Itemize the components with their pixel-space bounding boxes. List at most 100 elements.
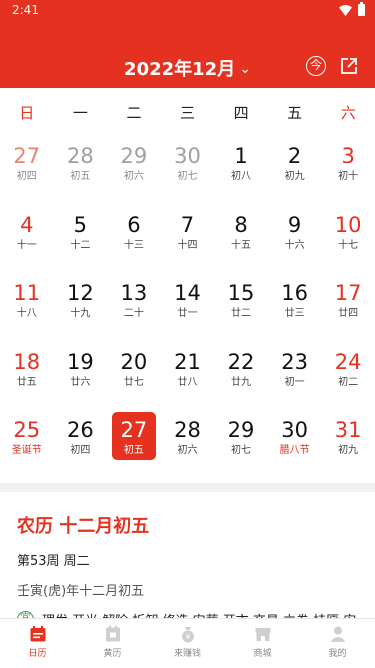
calendar-day[interactable]: 22 廿九 xyxy=(214,346,268,415)
day-number: 15 xyxy=(227,281,255,305)
calendar-day[interactable]: 18 廿五 xyxy=(0,346,54,415)
lunar-day-label: 十二 xyxy=(70,239,91,251)
calendar-day[interactable]: 3 初十 xyxy=(321,140,375,209)
store-icon xyxy=(255,628,270,641)
calendar-day[interactable]: 27 初四 xyxy=(0,140,54,209)
calendar-day[interactable]: 30 腊八节 xyxy=(268,414,322,483)
weekday-fri: 五 xyxy=(287,104,303,122)
tab-almanac[interactable]: 黄历 xyxy=(75,619,150,668)
calendar-week-row: 11 十八 12 十九 13 二十 14 廿一 15 廿二 16 廿三 17 廿四 xyxy=(0,277,375,346)
yi-activities: 理发 开光 解除 拆卸 修造 安葬 开市 交易 立券 挂匾 安 xyxy=(42,610,356,618)
lunar-day-label: 廿二 xyxy=(231,308,252,319)
day-number: 30 xyxy=(174,144,201,168)
day-number: 2 xyxy=(287,144,302,168)
day-number: 19 xyxy=(66,349,94,374)
app-header: 2:41 2022年12月 ⌄ 今 xyxy=(0,0,375,88)
calendar-day[interactable]: 10 十七 xyxy=(321,209,375,278)
weekday-sun: 日 xyxy=(19,104,35,122)
calendar-day[interactable]: 23 初一 xyxy=(268,346,322,415)
day-number: 5 xyxy=(73,212,88,237)
calendar-day[interactable]: 29 初七 xyxy=(214,414,268,483)
calendar-week-row: 4 十一 5 十二 6 十三 7 十四 8 十五 9 十六 10 十七 xyxy=(0,209,375,278)
today-button[interactable]: 今 xyxy=(306,56,326,76)
lunar-day-label: 初五 xyxy=(70,171,91,182)
day-number: 30 xyxy=(281,418,308,442)
tab-label: 黄历 xyxy=(103,649,122,659)
weekday-header: 日 一 二 三 四 五 六 xyxy=(0,88,375,138)
calendar-day[interactable]: 26 初四 xyxy=(54,414,108,483)
calendar-day[interactable]: 30 初七 xyxy=(161,140,215,209)
lunar-date-title: 农历 十二月初五 xyxy=(17,516,150,537)
calendar-day[interactable]: 28 初六 xyxy=(161,414,215,483)
lunar-day-label: 十六 xyxy=(284,239,305,251)
yi-badge: 宜 xyxy=(17,611,34,618)
calendar-day[interactable]: 17 廿四 xyxy=(321,277,375,346)
calendar-day[interactable]: 7 十四 xyxy=(161,209,215,278)
calendar-icon xyxy=(30,626,45,642)
day-number: 10 xyxy=(334,212,362,237)
lunar-day-label: 十八 xyxy=(16,308,37,319)
lunar-day-label: 初七 xyxy=(177,171,198,182)
calendar-day[interactable]: 31 初九 xyxy=(321,414,375,483)
calendar-day[interactable]: 28 初五 xyxy=(54,140,108,209)
tab-mine[interactable]: 我的 xyxy=(300,619,375,668)
tab-label: 来赚钱 xyxy=(173,649,201,659)
calendar-day-selected[interactable]: 27 初五 xyxy=(107,412,161,483)
calendar-day[interactable]: 6 十三 xyxy=(107,209,161,278)
calendar-day[interactable]: 14 廿一 xyxy=(161,277,215,346)
weekday-tue: 二 xyxy=(126,104,142,122)
tab-store[interactable]: 商城 xyxy=(225,619,300,668)
status-time: 2:41 xyxy=(12,3,39,17)
calendar-day[interactable]: 11 十八 xyxy=(0,277,54,346)
day-detail-panel: 农历 十二月初五 第53周 周二 壬寅(虎)年十二月初五 宜 理发 开光 解除 … xyxy=(0,492,375,618)
calendar-day[interactable]: 12 十九 xyxy=(54,277,108,346)
calendar-day[interactable]: 2 初九 xyxy=(268,140,322,209)
money-bag-icon: ¥ xyxy=(181,627,194,643)
ganzhi-date: 壬寅(虎)年十二月初五 xyxy=(17,584,145,599)
weekday-sat: 六 xyxy=(340,104,356,122)
bottom-tab-bar: 日历 黄历 ¥ 来赚钱 商城 我的 xyxy=(0,618,375,668)
day-number: 28 xyxy=(66,144,94,168)
day-number: 6 xyxy=(127,212,141,237)
calendar-day[interactable]: 15 廿二 xyxy=(214,277,268,346)
calendar-day[interactable]: 25 圣诞节 xyxy=(0,414,54,483)
share-icon[interactable] xyxy=(340,57,358,75)
yi-row[interactable]: 宜 理发 开光 解除 拆卸 修造 安葬 开市 交易 立券 挂匾 安 xyxy=(17,610,356,618)
lunar-day-label: 廿五 xyxy=(16,376,37,388)
lunar-day-label: 十五 xyxy=(231,239,252,251)
battery-icon xyxy=(358,2,365,16)
day-number: 21 xyxy=(174,349,201,374)
tab-calendar[interactable]: 日历 xyxy=(0,619,75,668)
calendar-day[interactable]: 5 十二 xyxy=(54,209,108,278)
lunar-day-label: 廿八 xyxy=(177,376,198,388)
calendar-day[interactable]: 1 初八 xyxy=(214,140,268,209)
almanac-icon xyxy=(105,625,120,642)
status-icons xyxy=(339,2,365,16)
tab-earn[interactable]: ¥ 来赚钱 xyxy=(150,619,225,668)
day-number: 25 xyxy=(13,418,41,442)
status-bar: 2:41 xyxy=(0,0,375,22)
day-number: 31 xyxy=(334,418,362,442)
day-number: 27 xyxy=(13,144,41,168)
calendar-day[interactable]: 9 十六 xyxy=(268,209,322,278)
calendar-day[interactable]: 29 初六 xyxy=(107,140,161,209)
month-title: 2022年12月 xyxy=(124,59,236,80)
weekday-mon: 一 xyxy=(72,104,88,122)
calendar-day[interactable]: 16 廿三 xyxy=(268,277,322,346)
svg-text:¥: ¥ xyxy=(185,633,190,642)
calendar-day[interactable]: 4 十一 xyxy=(0,209,54,278)
calendar-day[interactable]: 20 廿七 xyxy=(107,346,161,415)
lunar-day-label: 初八 xyxy=(231,171,252,182)
calendar-day[interactable]: 19 廿六 xyxy=(54,346,108,415)
lunar-day-label: 初七 xyxy=(231,445,252,456)
day-number: 7 xyxy=(180,212,195,237)
calendar-day[interactable]: 24 初二 xyxy=(321,346,375,415)
day-number: 24 xyxy=(334,349,362,374)
lunar-day-label: 十七 xyxy=(338,239,359,251)
calendar-day[interactable]: 13 二十 xyxy=(107,277,161,346)
calendar-day[interactable]: 8 十五 xyxy=(214,209,268,278)
day-number: 11 xyxy=(13,281,41,305)
day-number: 16 xyxy=(281,281,308,305)
week-info: 第53周 周二 xyxy=(17,554,90,569)
calendar-day[interactable]: 21 廿八 xyxy=(161,346,215,415)
